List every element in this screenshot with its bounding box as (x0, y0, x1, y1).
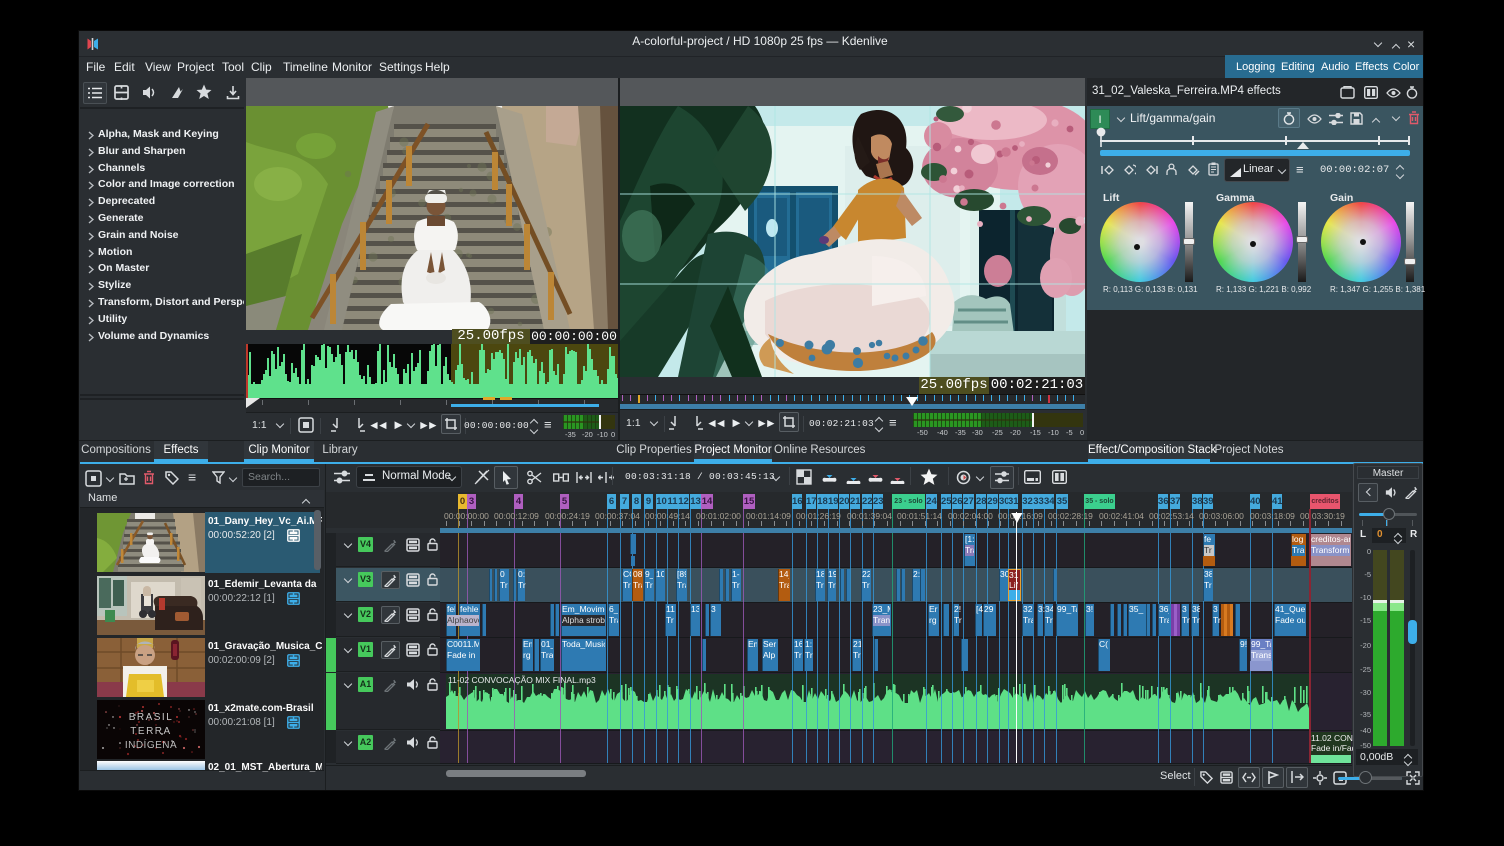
svg-text:BRASIL: BRASIL (129, 712, 174, 723)
svg-text:INDÍGENA: INDÍGENA (125, 738, 177, 751)
svg-text:TERRA: TERRA (130, 726, 171, 737)
